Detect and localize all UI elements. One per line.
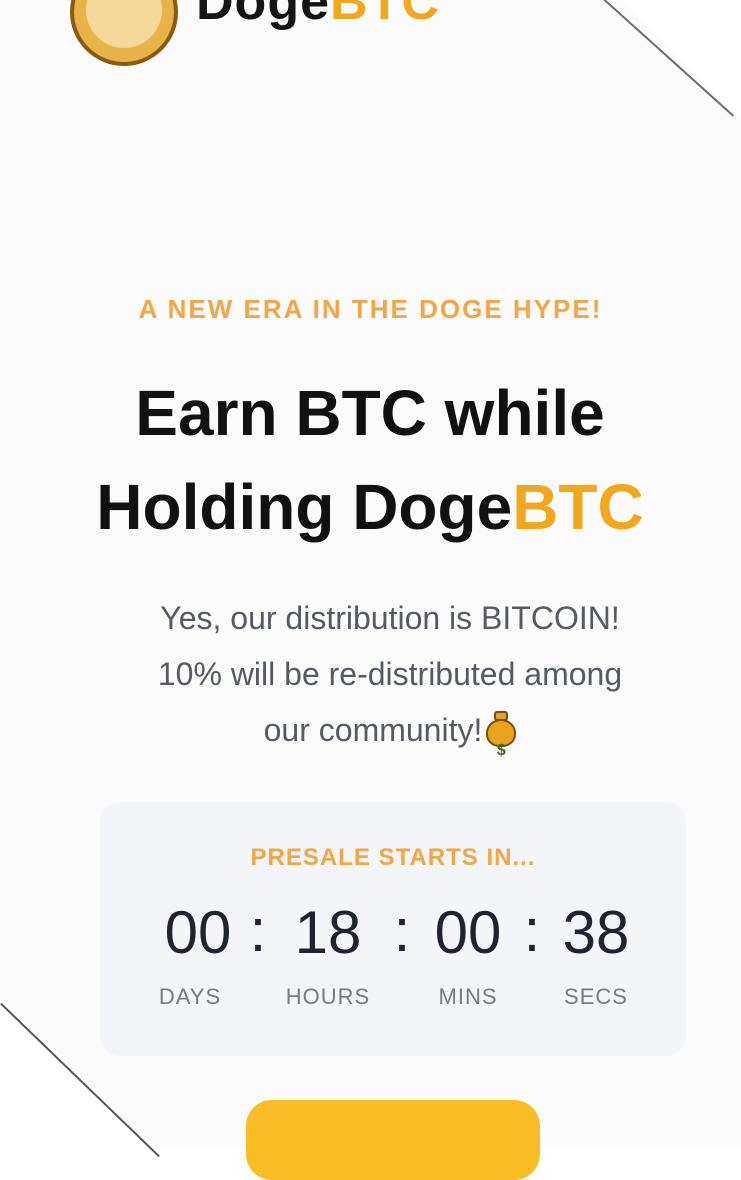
countdown-secs: 38 [562,899,630,966]
headline-line-2-main: Holding Doge [96,471,513,543]
site-logo[interactable]: DogeBTC [70,0,470,80]
brand-name: DogeBTC [196,0,440,32]
label-hours: HOURS [285,984,371,1009]
hero-eyebrow: A NEW ERA IN THE DOGE HYPE! [138,294,603,324]
buy-now-button[interactable] [246,1100,540,1180]
description-line-1: Yes, our distribution is BITCOIN! [160,600,620,636]
headline-line-1: Earn BTC while [135,377,605,449]
description-line-2: 10% will be re-distributed among [157,656,623,692]
label-mins: MINS [438,984,498,1009]
page-frame: DogeBTC A NEW ERA IN THE DOGE HYPE! Earn… [0,0,741,1180]
presale-countdown: PRESALE STARTS IN... 00 : 18 : 00 : 38 D… [100,802,686,1056]
label-secs: SECS [564,984,628,1009]
countdown-mins: 00 [434,899,502,966]
label-days: DAYS [158,984,222,1009]
brand-name-main: Doge [196,0,330,31]
countdown-labels: DAYS HOURS MINS SECS [100,984,686,1014]
hero-headline: Earn BTC while Holding DogeBTC [0,366,741,554]
countdown-separator: : [249,897,267,964]
countdown-timer: 00 : 18 : 00 : 38 [100,897,686,968]
countdown-hours: 18 [294,899,362,966]
headline-line-2: Holding DogeBTC [0,460,741,554]
countdown-title: PRESALE STARTS IN... [250,844,536,871]
countdown-days: 00 [164,899,232,966]
coin-face [86,0,162,48]
description-line-3-text: our community! [263,712,483,748]
money-bag-icon: $ [486,711,517,759]
brand-name-accent: BTC [330,0,440,31]
description-line-3: our community! $ [60,702,720,759]
doge-coin-logo-icon [70,0,178,66]
hero-description: Yes, our distribution is BITCOIN! 10% wi… [60,590,720,759]
headline-line-2-accent: BTC [512,471,644,543]
